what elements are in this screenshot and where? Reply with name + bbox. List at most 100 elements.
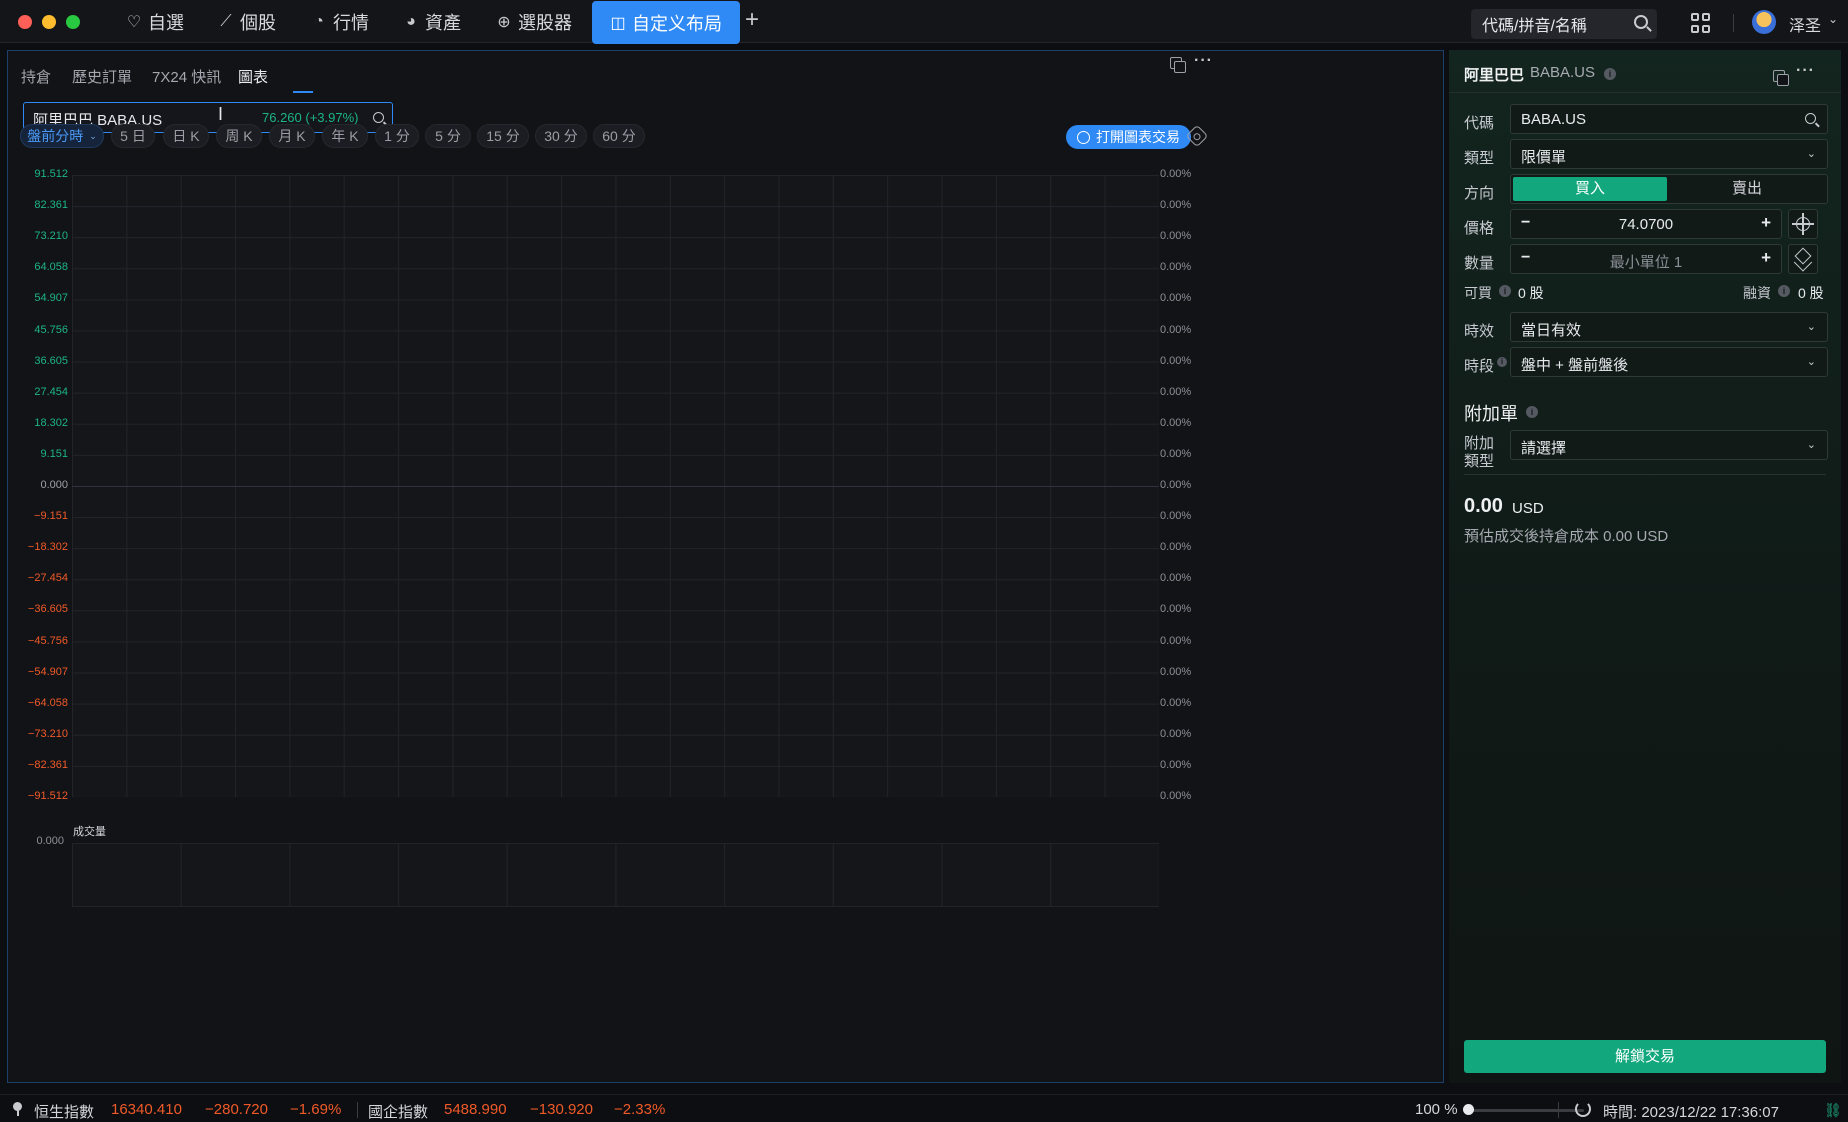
percent-axis-tick: 0.00% bbox=[1160, 758, 1192, 771]
global-search-input[interactable]: 代碼/拼音/名稱 bbox=[1471, 9, 1657, 39]
price-axis-tick: 36.605 bbox=[34, 354, 68, 367]
refresh-icon[interactable] bbox=[1575, 1101, 1591, 1117]
gear-icon[interactable] bbox=[1185, 124, 1209, 148]
chevron-down-icon: ⌄ bbox=[89, 130, 97, 141]
price-decrement-button[interactable]: − bbox=[1521, 214, 1530, 232]
nav-tab-watchlist[interactable]: ♡ 自選 bbox=[126, 0, 184, 43]
attach-type-label-2: 類型 bbox=[1464, 453, 1495, 470]
tab-order-history[interactable]: 歷史訂單 bbox=[72, 66, 132, 87]
divider bbox=[357, 1102, 358, 1118]
period-week-k[interactable]: 周 K bbox=[216, 124, 262, 148]
top-bar: ♡ 自選 ⟋ 個股 ◔ 行情 ◕ 資產 ⊕ 選股器 ◫ 自定义布局 + 代碼/拼… bbox=[0, 0, 1848, 44]
heart-icon: ♡ bbox=[126, 13, 142, 31]
info-icon[interactable]: i bbox=[1778, 285, 1790, 297]
validity-select[interactable]: 當日有效 ⌄ bbox=[1510, 312, 1828, 342]
info-icon[interactable]: i bbox=[1604, 68, 1616, 80]
period-month-k[interactable]: 月 K bbox=[269, 124, 315, 148]
order-type-select[interactable]: 限價單 ⌄ bbox=[1510, 139, 1828, 169]
link-icon[interactable]: ⛓ bbox=[1824, 1102, 1842, 1118]
index-name[interactable]: 國企指數 bbox=[368, 1101, 428, 1122]
period-60min[interactable]: 60 分 bbox=[593, 124, 645, 148]
info-icon[interactable]: i bbox=[1499, 285, 1511, 297]
trade-stock-code: BABA.US bbox=[1530, 64, 1596, 81]
divider bbox=[1558, 1102, 1559, 1118]
nav-tab-label: 資產 bbox=[425, 12, 461, 33]
buy-button[interactable]: 買入 bbox=[1513, 177, 1667, 201]
sell-button[interactable]: 賣出 bbox=[1669, 177, 1825, 201]
price-chart-area[interactable] bbox=[72, 175, 1159, 797]
tab-chart[interactable]: 圖表 bbox=[238, 66, 268, 87]
period-5d[interactable]: 5 日 bbox=[111, 124, 155, 148]
percent-axis-tick: 0.00% bbox=[1160, 603, 1192, 616]
volume-chart-area[interactable] bbox=[72, 843, 1159, 907]
open-chart-trading-button[interactable]: 打開圖表交易 bbox=[1066, 125, 1191, 149]
percent-axis-tick: 0.00% bbox=[1160, 292, 1192, 305]
price-axis-tick: −9.151 bbox=[34, 510, 68, 523]
nav-tab-stock[interactable]: ⟋ 個股 bbox=[218, 0, 276, 43]
zoom-slider[interactable] bbox=[1466, 1109, 1584, 1112]
buyable-value: 0 股 bbox=[1518, 285, 1544, 301]
zoom-slider-handle[interactable] bbox=[1463, 1104, 1474, 1115]
price-increment-button[interactable]: + bbox=[1761, 213, 1771, 233]
locate-price-button[interactable] bbox=[1788, 209, 1818, 239]
session-select[interactable]: 盤中 + 盤前盤後 ⌄ bbox=[1510, 347, 1828, 377]
window-minimize-button[interactable] bbox=[42, 15, 56, 29]
session-label: 時段 bbox=[1464, 358, 1495, 375]
avatar[interactable] bbox=[1752, 10, 1776, 34]
unlock-trading-button[interactable]: 解鎖交易 bbox=[1464, 1040, 1826, 1073]
nav-tab-label: 選股器 bbox=[518, 12, 572, 33]
percent-axis-tick: 0.00% bbox=[1160, 479, 1192, 491]
stock-price: 76.260 (+3.97%) bbox=[262, 110, 359, 125]
index-name[interactable]: 恒生指數 bbox=[34, 1101, 94, 1122]
nav-tab-custom-layout[interactable]: ◫ 自定义布局 bbox=[592, 1, 740, 44]
popout-icon[interactable] bbox=[1170, 57, 1186, 73]
percent-axis-tick: 0.00% bbox=[1160, 665, 1192, 678]
price-stepper[interactable]: − 74.0700 + bbox=[1510, 209, 1782, 239]
search-icon[interactable] bbox=[373, 112, 384, 123]
add-tab-button[interactable]: + bbox=[745, 6, 759, 34]
price-axis-tick: −91.512 bbox=[27, 790, 68, 802]
period-year-k[interactable]: 年 K bbox=[322, 124, 368, 148]
tab-news-flash[interactable]: 7X24 快訊 bbox=[152, 66, 221, 87]
period-premarket-intraday[interactable]: 盤前分時 ⌄ bbox=[20, 124, 104, 148]
apps-grid-icon[interactable] bbox=[1691, 13, 1711, 33]
period-day-k[interactable]: 日 K bbox=[163, 124, 209, 148]
period-5min[interactable]: 5 分 bbox=[425, 124, 471, 148]
quantity-stepper[interactable]: − 最小單位 1 + bbox=[1510, 244, 1782, 274]
lot-selector-button[interactable] bbox=[1788, 244, 1818, 274]
window-zoom-button[interactable] bbox=[66, 15, 80, 29]
quantity-decrement-button[interactable]: − bbox=[1521, 249, 1530, 267]
code-label: 代碼 bbox=[1464, 115, 1495, 132]
attach-type-select[interactable]: 請選擇 ⌄ bbox=[1510, 430, 1828, 460]
chevron-down-icon[interactable]: ⌄ bbox=[1828, 12, 1838, 26]
cost-currency: USD bbox=[1512, 500, 1544, 517]
more-icon[interactable]: ··· bbox=[1796, 62, 1815, 80]
status-bar: 恒生指數 16340.410 −280.720 −1.69% 國企指數 5488… bbox=[0, 1094, 1848, 1122]
user-name[interactable]: 泽圣 bbox=[1789, 12, 1821, 36]
nav-tab-assets[interactable]: ◕ 資產 bbox=[403, 0, 461, 43]
price-axis-tick: 9.151 bbox=[40, 447, 68, 460]
period-15min[interactable]: 15 分 bbox=[477, 124, 529, 148]
nav-tab-screener[interactable]: ⊕ 選股器 bbox=[496, 0, 572, 43]
popout-icon[interactable] bbox=[1773, 70, 1789, 86]
price-axis-tick: −64.058 bbox=[27, 696, 68, 709]
index-value: 5488.990 bbox=[444, 1101, 507, 1118]
info-icon[interactable]: i bbox=[1526, 406, 1538, 418]
pin-icon[interactable] bbox=[13, 1102, 22, 1116]
nav-tab-market[interactable]: ◔ 行情 bbox=[311, 0, 369, 43]
tab-positions[interactable]: 持倉 bbox=[21, 66, 51, 87]
period-1min[interactable]: 1 分 bbox=[375, 124, 419, 148]
info-icon[interactable]: i bbox=[1497, 357, 1507, 367]
code-field[interactable]: BABA.US bbox=[1510, 104, 1828, 134]
quantity-increment-button[interactable]: + bbox=[1761, 248, 1771, 268]
quantity-placeholder[interactable]: 最小單位 1 bbox=[1541, 251, 1751, 272]
nav-tab-label: 行情 bbox=[333, 12, 369, 33]
attach-order-title: 附加單 bbox=[1464, 404, 1518, 424]
period-30min[interactable]: 30 分 bbox=[535, 124, 587, 148]
window-close-button[interactable] bbox=[18, 15, 32, 29]
price-axis-tick: 54.907 bbox=[34, 292, 68, 305]
price-value[interactable]: 74.0700 bbox=[1541, 216, 1751, 233]
target-icon bbox=[1792, 213, 1814, 235]
chart-line-icon: ⟋ bbox=[220, 12, 232, 30]
more-icon[interactable]: ··· bbox=[1194, 52, 1213, 70]
